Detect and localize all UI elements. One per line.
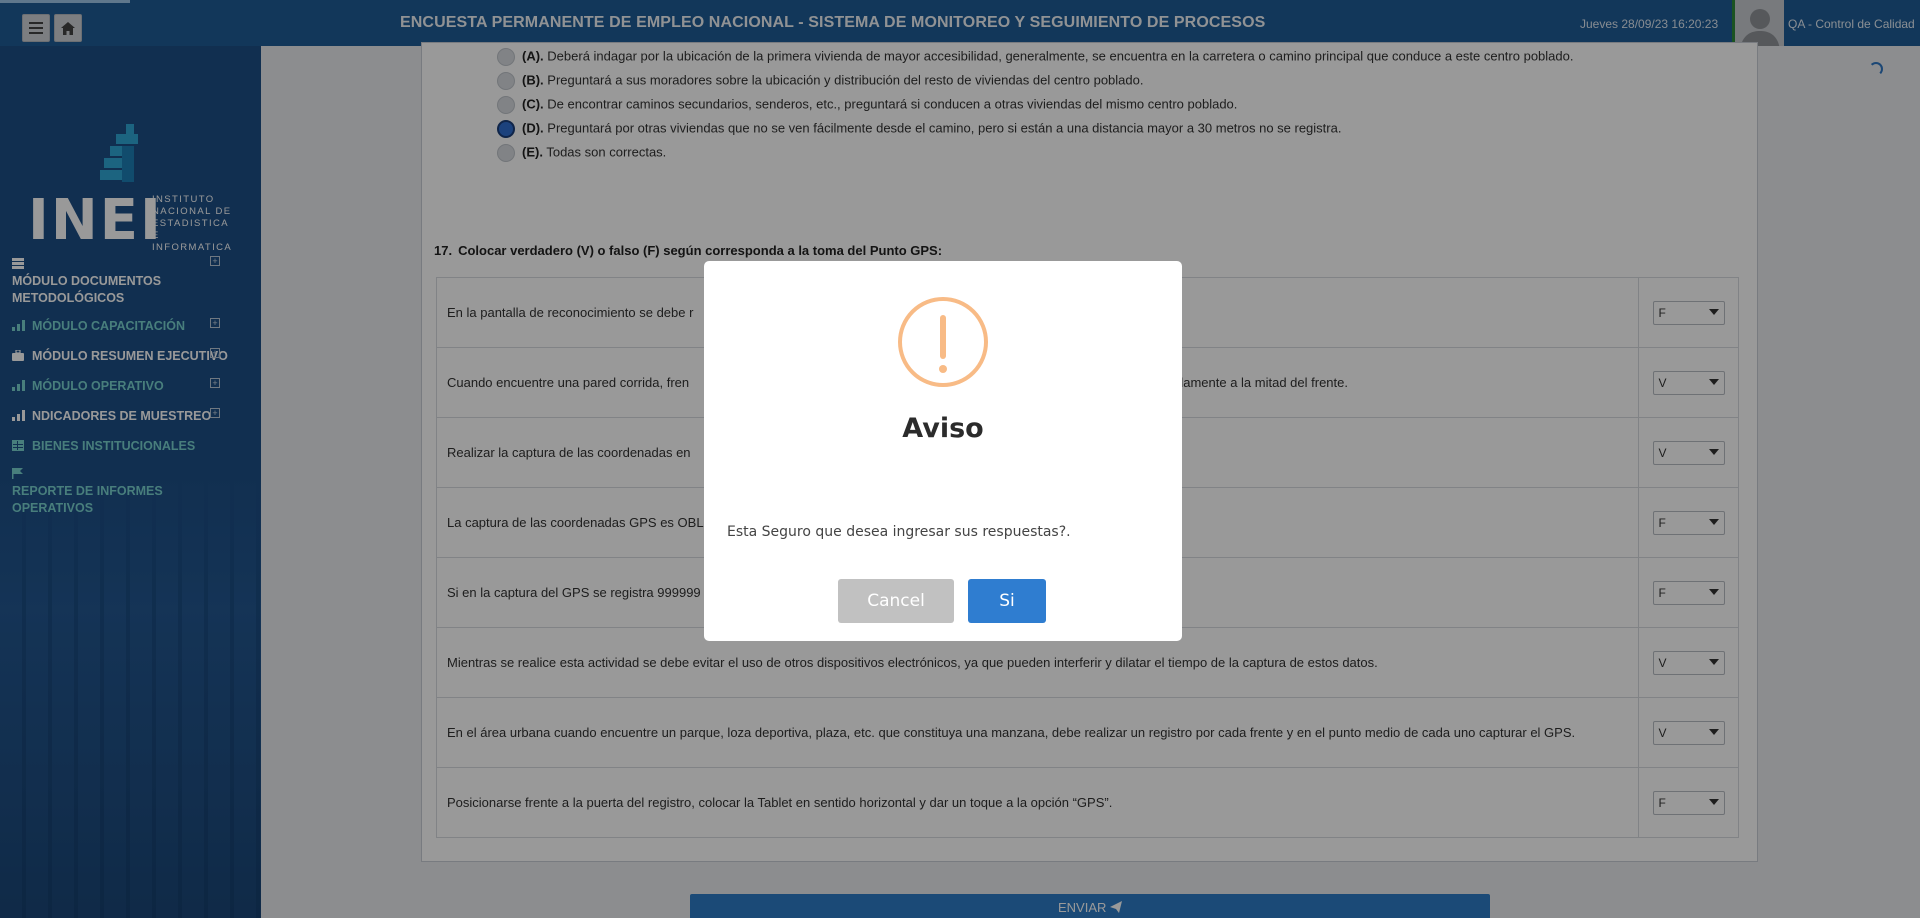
confirm-dialog: Aviso Esta Seguro que desea ingresar sus…: [704, 261, 1182, 641]
warning-icon: [898, 297, 988, 387]
dialog-title: Aviso: [902, 413, 984, 444]
confirm-button[interactable]: Si: [968, 579, 1046, 623]
cancel-button[interactable]: Cancel: [838, 579, 954, 623]
dialog-message: Esta Seguro que desea ingresar sus respu…: [727, 524, 1071, 540]
warning-icon-dot: [939, 365, 947, 373]
warning-icon-bar: [940, 315, 946, 359]
